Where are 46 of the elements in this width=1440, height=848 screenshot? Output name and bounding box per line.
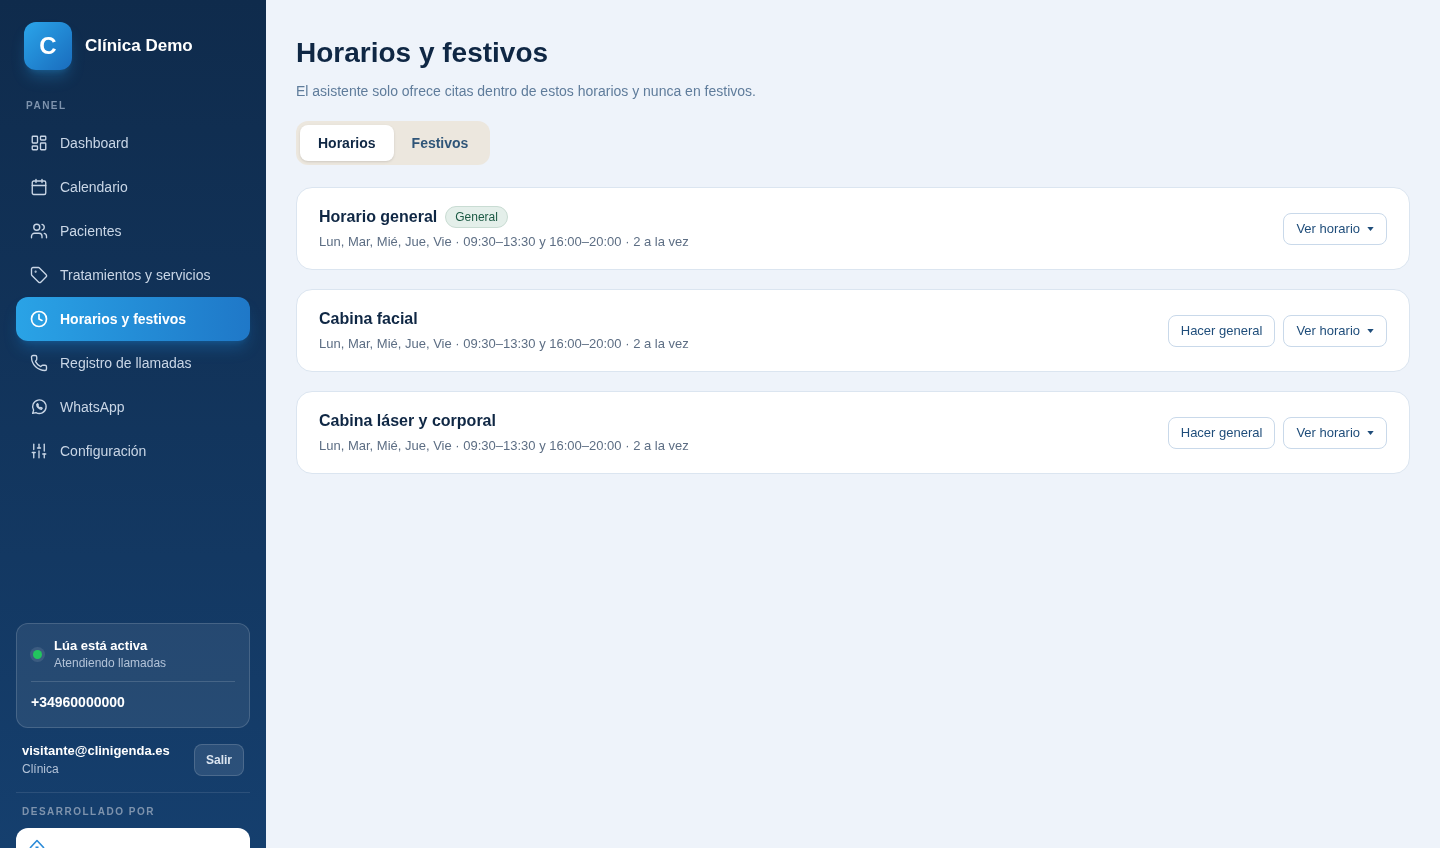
- default-badge: General: [445, 206, 508, 228]
- caret-icon: [1367, 430, 1374, 435]
- sidebar-nav-item[interactable]: WhatsApp: [16, 385, 250, 429]
- view-schedule-dropdown[interactable]: Ver horario: [1283, 416, 1387, 449]
- house-roof-icon: [29, 839, 45, 848]
- section-label: PANEL: [25, 99, 68, 113]
- sidebar-nav-item[interactable]: Pacientes: [16, 209, 250, 253]
- clinic-name: Clínica Demo: [85, 35, 193, 58]
- tab[interactable]: Horarios: [300, 125, 394, 161]
- sliders-icon: [30, 442, 48, 460]
- make-default-button[interactable]: Hacer general: [1167, 416, 1276, 449]
- page-subtitle: El asistente solo ofrece citas dentro de estos horarios y nunca en festivos.: [296, 82, 757, 101]
- schedule-summary: Lun, Mar, Mié, Jue, Vie · 09:30–13:30 y 16:00–20:00 · 2 a la vez: [319, 233, 689, 251]
- chat-bubble-icon: [30, 398, 48, 416]
- sidebar-nav-item[interactable]: Dashboard: [16, 121, 250, 165]
- sidebar-nav-item[interactable]: Tratamientos y servicios: [16, 253, 250, 297]
- page-title: Horarios y festivos: [296, 36, 550, 70]
- make-default-button[interactable]: Hacer general: [1167, 314, 1276, 347]
- schedule-name: Horario general: [319, 207, 438, 227]
- tab[interactable]: Festivos: [393, 125, 487, 161]
- dashboard-grid-icon: [30, 134, 48, 152]
- calendar-icon: [30, 178, 48, 196]
- phone-icon: [30, 354, 48, 372]
- sidebar-nav-item[interactable]: Registro de llamadas: [16, 341, 250, 385]
- tag-icon: [30, 266, 48, 284]
- phone-number: +34960000000: [31, 693, 126, 712]
- status-subtitle: Atendiendo llamadas: [54, 655, 167, 671]
- credit-label: DESARROLLADO POR: [21, 805, 156, 819]
- clock-icon: [30, 310, 48, 328]
- view-schedule-dropdown[interactable]: Ver horario: [1283, 212, 1387, 245]
- user-role: Clínica: [22, 761, 60, 778]
- logout-button[interactable]: Salir: [194, 744, 244, 776]
- schedule-name: Cabina facial: [319, 309, 418, 329]
- sidebar-nav-item[interactable]: Calendario: [16, 165, 250, 209]
- sidebar-nav-item[interactable]: Configuración: [16, 429, 250, 473]
- user-email: visitante@clinigenda.es: [22, 742, 170, 760]
- sidebar-nav-item[interactable]: Horarios y festivos: [16, 297, 250, 341]
- schedule-summary: Lun, Mar, Mié, Jue, Vie · 09:30–13:30 y 16:00–20:00 · 2 a la vez: [319, 335, 689, 353]
- status-title: Lúa está activa: [54, 637, 149, 655]
- caret-icon: [1367, 226, 1374, 231]
- users-icon: [30, 222, 48, 240]
- caret-icon: [1367, 328, 1374, 333]
- clinic-logo-tile: C: [24, 22, 72, 70]
- schedule-name: Cabina láser y corporal: [319, 411, 496, 431]
- view-schedule-dropdown[interactable]: Ver horario: [1283, 314, 1387, 347]
- schedule-summary: Lun, Mar, Mié, Jue, Vie · 09:30–13:30 y 16:00–20:00 · 2 a la vez: [319, 437, 689, 455]
